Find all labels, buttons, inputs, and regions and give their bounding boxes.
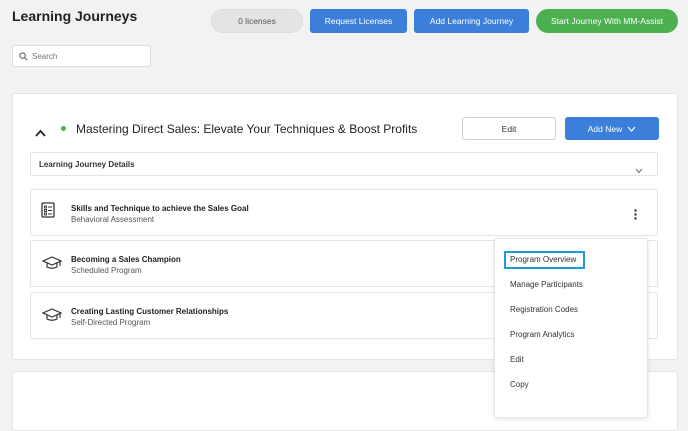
request-licenses-button[interactable]: Request Licenses [310,9,407,33]
journey-edit-button[interactable]: Edit [462,117,556,140]
graduation-cap-icon [41,256,63,275]
journey-item-card[interactable]: Skills and Technique to achieve the Sale… [30,189,658,236]
add-new-label: Add New [587,123,623,134]
chevron-down-icon [627,126,636,132]
menu-item-registration-codes[interactable]: Registration Codes [510,305,578,314]
item-subtitle: Behavioral Assessment [71,215,155,224]
licenses-badge: 0 licenses [211,9,303,33]
menu-item-manage-participants[interactable]: Manage Participants [510,280,583,289]
details-label: Learning Journey Details [39,160,135,169]
item-title: Skills and Technique to achieve the Sale… [71,204,249,213]
item-title: Becoming a Sales Champion [71,255,181,264]
menu-item-program-overview[interactable]: Program Overview [510,255,576,264]
graduation-cap-icon [41,308,63,327]
collapse-chevron-up-icon[interactable] [35,124,46,142]
journey-title: Mastering Direct Sales: Elevate Your Tec… [76,122,418,136]
item-actions-menu: Program Overview Manage Participants Reg… [494,238,648,418]
menu-item-copy[interactable]: Copy [510,380,529,389]
checklist-icon [41,202,55,223]
more-vertical-icon[interactable] [634,207,637,225]
search-icon [19,51,28,61]
learning-journey-details-accordion[interactable]: Learning Journey Details [30,152,658,176]
add-new-button[interactable]: Add New [565,117,659,140]
status-dot [61,126,66,131]
add-learning-journey-button[interactable]: Add Learning Journey [414,9,529,33]
page-title: Learning Journeys [12,8,138,24]
start-journey-mm-assist-button[interactable]: Start Journey With MM-Assist [536,9,678,33]
item-subtitle: Self-Directed Program [71,318,151,327]
search-input[interactable] [32,51,142,61]
menu-item-program-analytics[interactable]: Program Analytics [510,330,574,339]
menu-item-edit[interactable]: Edit [510,355,524,364]
item-subtitle: Scheduled Program [71,266,142,275]
chevron-down-icon [635,161,643,179]
item-title: Creating Lasting Customer Relationships [71,307,229,316]
search-box[interactable] [12,45,151,67]
